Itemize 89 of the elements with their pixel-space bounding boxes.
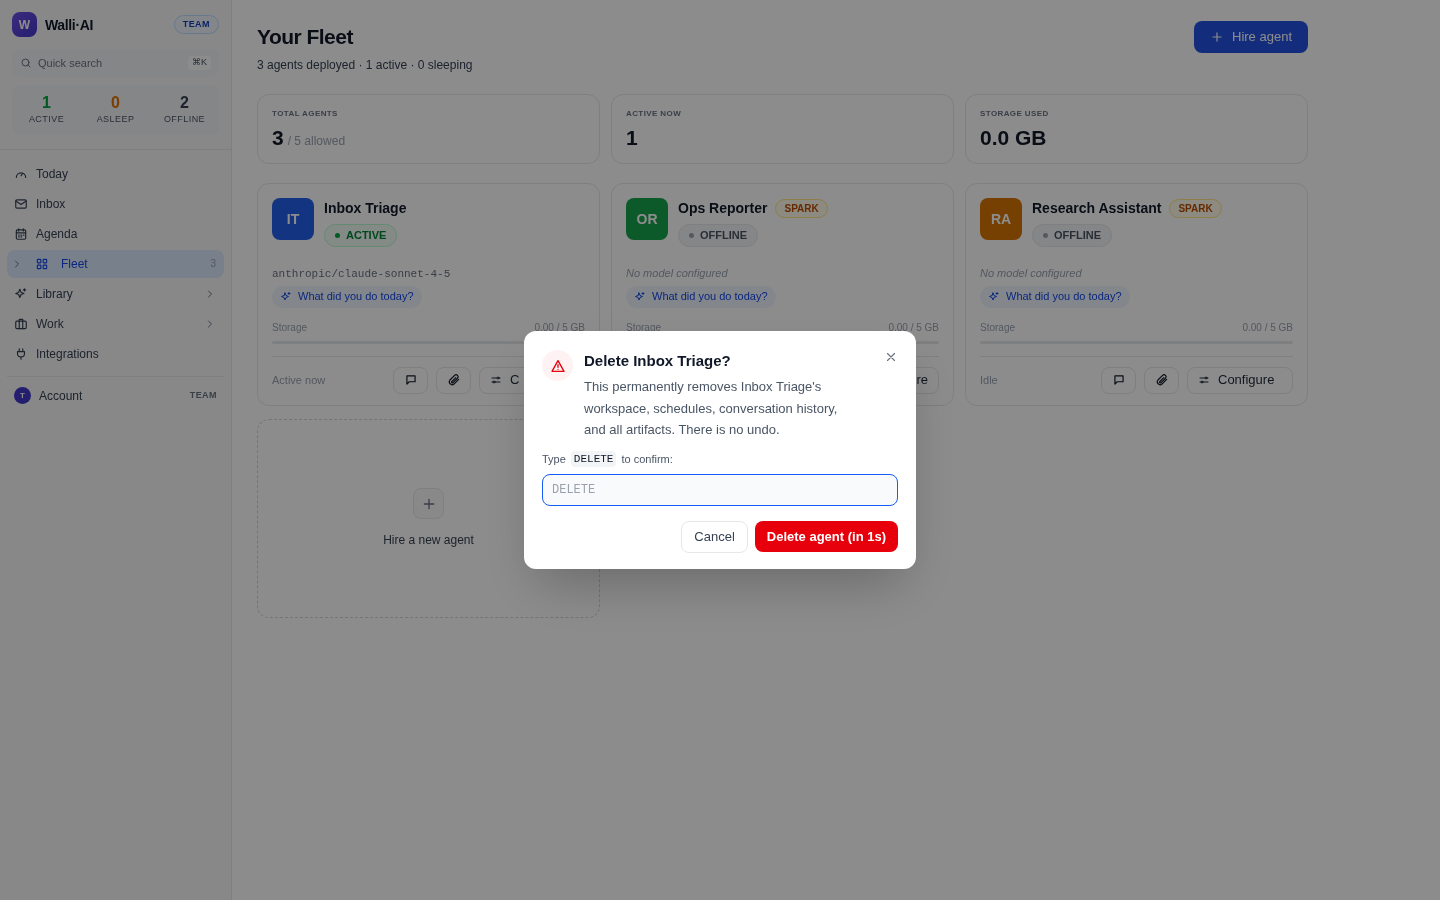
logo: W <box>12 12 37 37</box>
nav-item[interactable]: Agenda <box>7 219 224 248</box>
delete-button[interactable]: Delete agent (in 1s) <box>754 521 898 552</box>
plus-icon <box>1210 30 1224 44</box>
search-icon <box>20 57 32 69</box>
sparkle-icon <box>14 286 28 301</box>
prompt-chip[interactable]: What did you do today? <box>272 285 422 308</box>
status-pill: ACTIVE <box>324 224 398 247</box>
account-label[interactable]: Account <box>39 386 83 405</box>
nav-label: Work <box>36 315 64 333</box>
page-subtitle: 3 agents deployed · 1 active · 0 sleeping <box>257 57 473 74</box>
nav-item[interactable]: Integrations <box>7 339 224 368</box>
brand-name: Walli·AI <box>45 15 93 35</box>
stat-label: TOTAL AGENTS <box>272 108 339 120</box>
count-value: 0 <box>111 93 120 113</box>
count-label: OFFLINE <box>163 113 206 126</box>
chat-icon <box>403 373 418 387</box>
search-field[interactable]: Quick search <box>38 54 182 72</box>
count-label: ASLEEP <box>96 113 135 126</box>
agent-activity: Active now <box>272 372 326 388</box>
status-pill: OFFLINE <box>678 224 759 247</box>
plan-label: TEAM <box>189 388 217 402</box>
attach-button[interactable] <box>1144 366 1179 394</box>
agent-avatar: RA <box>980 198 1022 240</box>
agent-avatar: IT <box>272 198 314 240</box>
nav-label: Today <box>36 165 69 183</box>
confirm-prompt: Type <box>542 451 566 467</box>
stat-value: 3 <box>272 126 284 150</box>
agent-name: Inbox Triage <box>324 199 407 218</box>
prompt-chip[interactable]: What did you do today? <box>980 285 1130 308</box>
count-value: 2 <box>180 93 189 113</box>
paperclip-icon <box>446 373 461 387</box>
agent-activity: Idle <box>980 372 998 388</box>
shortcut-hint: ⌘K <box>188 56 211 70</box>
nav-item[interactable]: Inbox <box>7 189 224 218</box>
prompt-chip[interactable]: What did you do today? <box>626 285 776 308</box>
stat-suffix: / 5 allowed <box>287 133 346 150</box>
hire-card-label: Hire a new agent <box>383 532 474 549</box>
sliders-icon <box>1198 374 1210 386</box>
nav-label: Inbox <box>36 195 66 213</box>
sparkle-icon <box>280 290 292 303</box>
model-note: No model configured <box>626 266 728 279</box>
chat-button[interactable] <box>393 366 428 394</box>
agent-name: Ops Reporter <box>678 199 768 218</box>
attach-button[interactable] <box>436 366 471 394</box>
chat-icon <box>1111 373 1126 387</box>
tier-badge: SPARK <box>775 199 828 218</box>
nav-item[interactable]: Work <box>7 309 224 338</box>
count-value: 1 <box>42 93 51 113</box>
close-icon <box>884 350 898 364</box>
page-title: Your Fleet <box>257 24 355 50</box>
hire-agent-button[interactable]: Hire agent <box>1194 21 1308 53</box>
close-button[interactable] <box>884 350 898 364</box>
confirm-prompt: to confirm: <box>621 451 673 467</box>
sparkle-icon <box>634 290 646 303</box>
chat-button[interactable] <box>1101 366 1136 394</box>
count-label: ACTIVE <box>28 113 65 126</box>
stat-label: STORAGE USED <box>980 108 1050 120</box>
cancel-button[interactable]: Cancel <box>681 521 748 553</box>
grid-icon <box>35 256 49 271</box>
configure-button[interactable]: Configure <box>1187 366 1293 394</box>
nav-label: Fleet <box>61 255 88 273</box>
model-note: No model configured <box>980 266 1082 279</box>
nav-label: Agenda <box>36 225 78 243</box>
dialog-title: Delete Inbox Triage? <box>584 351 732 371</box>
plug-icon <box>14 346 28 361</box>
paperclip-icon <box>1154 373 1169 387</box>
agent-avatar: OR <box>626 198 668 240</box>
calendar-icon <box>14 226 28 241</box>
briefcase-icon <box>14 316 28 331</box>
tier-badge: SPARK <box>1169 199 1222 218</box>
nav-item[interactable]: Library <box>7 279 224 308</box>
keyword-chip: DELETE <box>570 450 617 467</box>
model-name: anthropic/claude-sonnet-4-5 <box>272 267 451 280</box>
sparkle-icon <box>988 290 1000 303</box>
stat-value: 0.0 GB <box>980 126 1047 150</box>
sliders-icon <box>490 374 502 386</box>
warning-icon <box>549 357 566 374</box>
account-avatar[interactable]: T <box>14 387 31 404</box>
confirm-input[interactable]: DELETE <box>542 474 898 506</box>
nav-item[interactable]: Today <box>7 159 224 188</box>
status-pill: OFFLINE <box>1032 224 1113 247</box>
mail-icon <box>14 196 28 211</box>
nav-label: Integrations <box>36 345 99 363</box>
stat-label: ACTIVE NOW <box>626 108 683 120</box>
agent-name: Research Assistant <box>1032 199 1162 218</box>
plan-badge: TEAM <box>173 14 219 35</box>
stat-value: 1 <box>626 126 638 150</box>
nav-label: Library <box>36 285 73 303</box>
